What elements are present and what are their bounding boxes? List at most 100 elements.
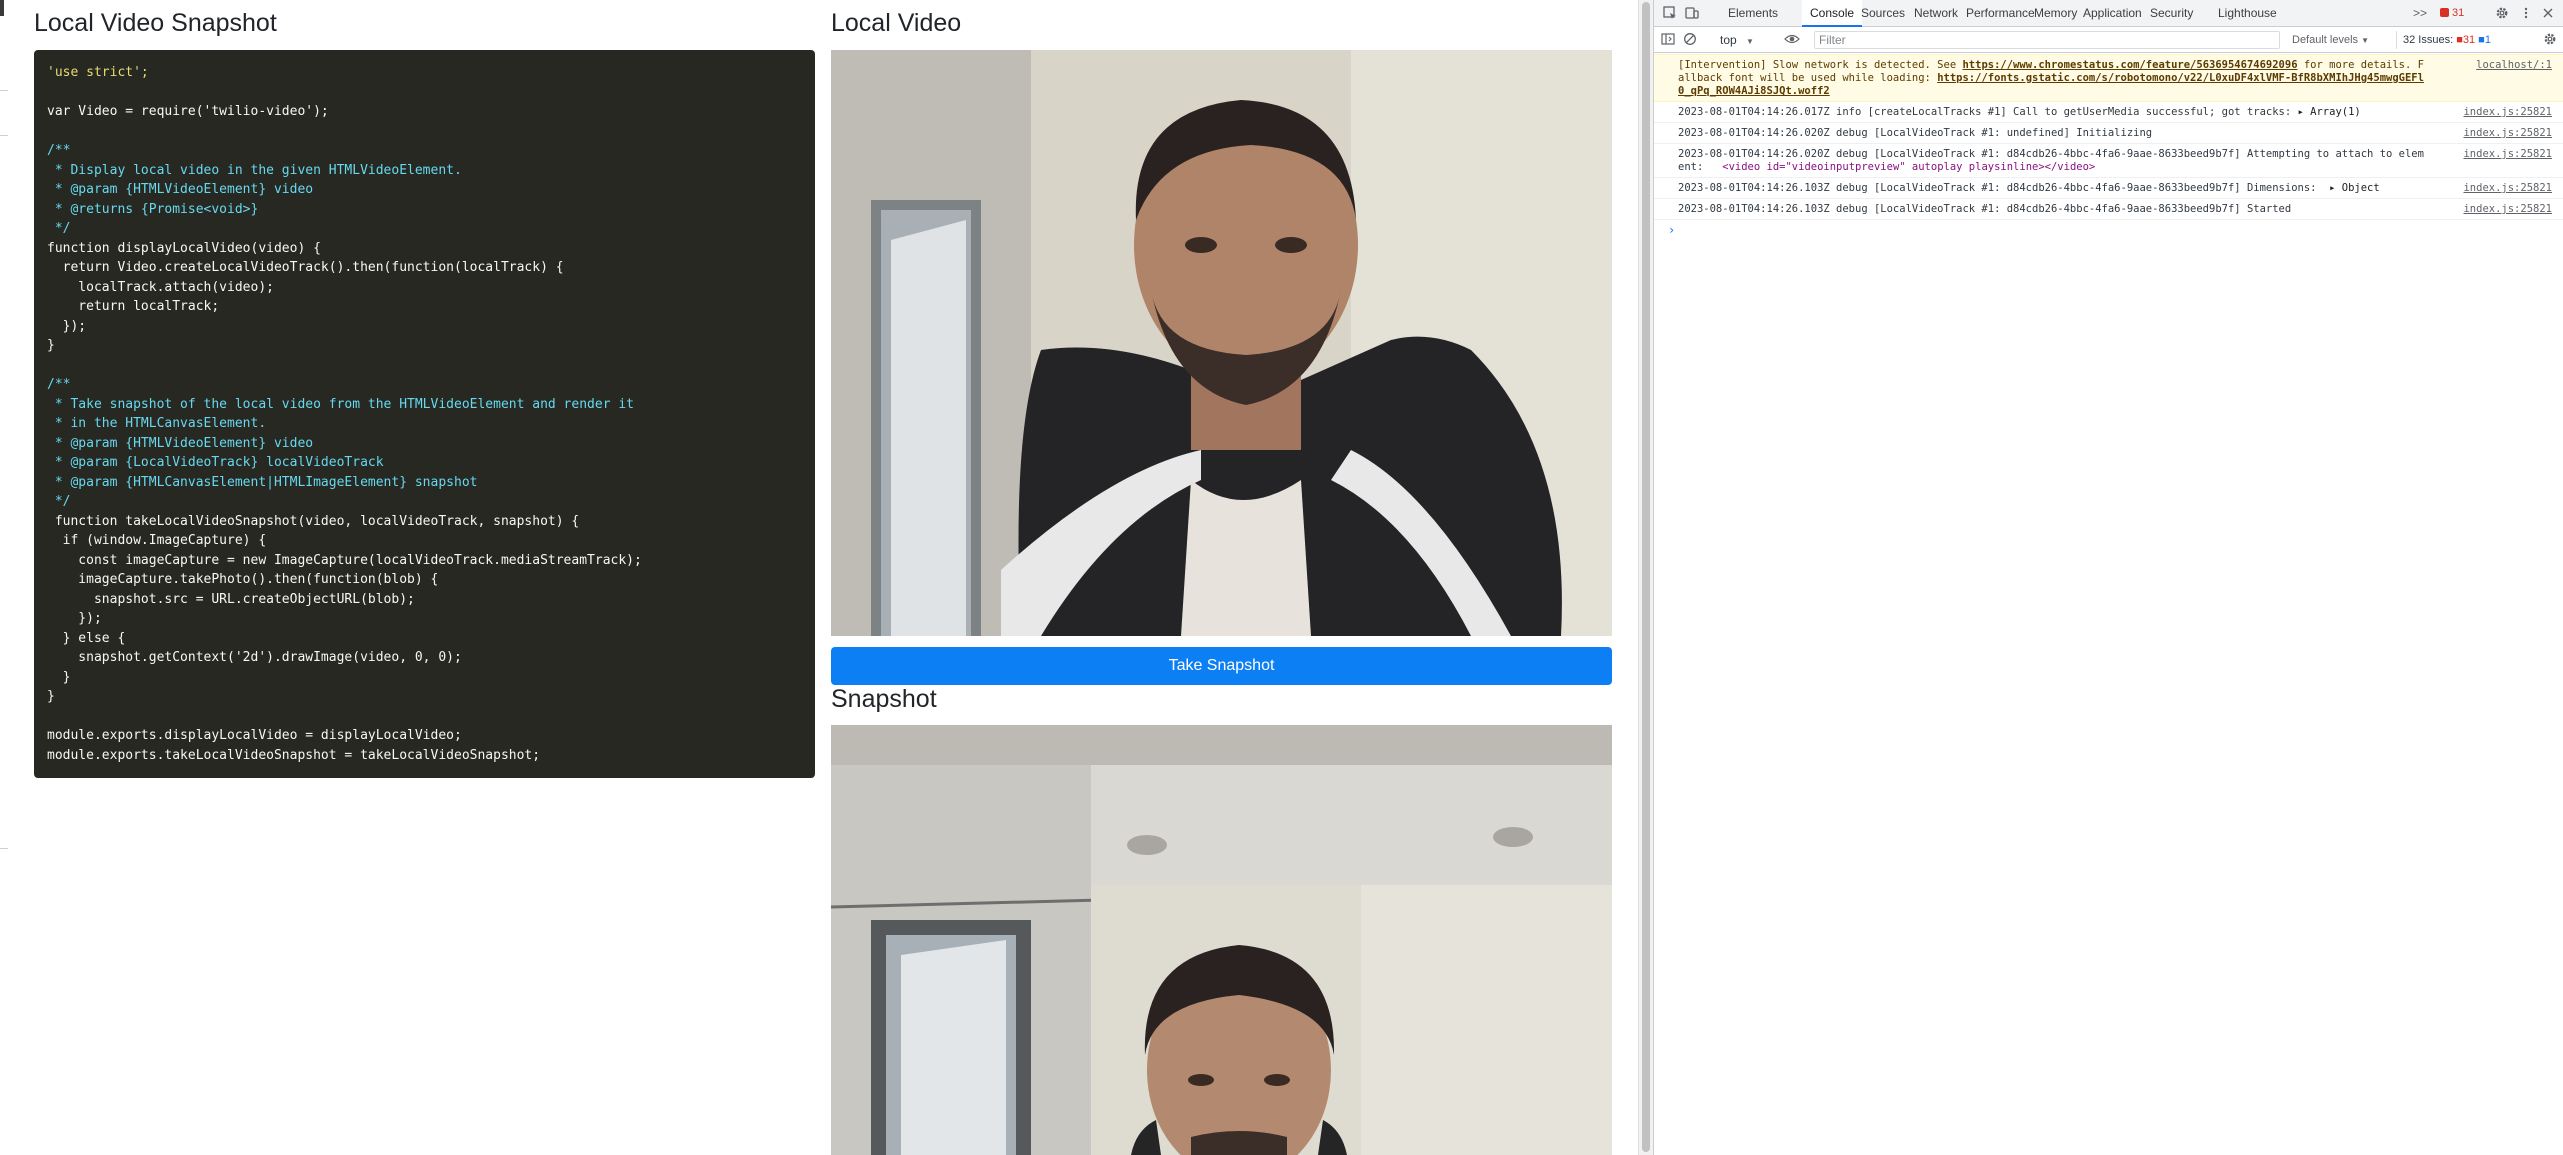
tab-console[interactable]: Console [1802, 0, 1863, 27]
code-line: function displayLocalVideo(video) { [47, 240, 321, 256]
code-line: localTrack.attach(video); [47, 279, 274, 295]
issues-info-icon: ■ [2478, 34, 2485, 46]
console-prompt[interactable]: › [1654, 220, 2563, 237]
code-line: * @returns {Promise<void>} [47, 201, 259, 217]
console-message: 2023-08-01T04:14:26.103Z debug [LocalVid… [1654, 199, 2563, 220]
devtools-tab-bar: Elements Console Sources Network Performance… [1654, 0, 2563, 27]
take-snapshot-button[interactable]: Take Snapshot [831, 647, 1612, 685]
close-icon[interactable] [2540, 6, 2556, 21]
console-message: 2023-08-01T04:14:26.020Z debug [LocalVid… [1654, 123, 2563, 144]
console-warning: [Intervention] Slow network is detected.… [1654, 54, 2563, 102]
message-text: 2023-08-01T04:14:26.103Z debug [LocalVid… [1678, 182, 2330, 194]
console-toolbar: top ▼ Default levels ▼ 32 Issues: ■31 ■1 [1654, 27, 2563, 53]
message-text: 2023-08-01T04:14:26.103Z debug [LocalVid… [1678, 203, 2292, 215]
message-link[interactable]: https://www.chromestatus.com/feature/563… [1962, 59, 2297, 71]
tab-network[interactable]: Network [1912, 0, 1960, 27]
issues-button[interactable]: 32 Issues: ■31 ■1 [2396, 31, 2491, 49]
chevron-down-icon: ▼ [1746, 37, 1754, 46]
clear-console-icon[interactable] [1682, 32, 1698, 47]
page-edge-tick [0, 90, 8, 91]
console-message: 2023-08-01T04:14:26.020Z debug [LocalVid… [1654, 144, 2563, 178]
snapshot-frame-image [831, 725, 1612, 1155]
console-filter-input[interactable] [1814, 31, 2280, 49]
live-expression-icon[interactable] [1784, 32, 1800, 47]
code-line: } else { [47, 630, 126, 646]
issues-info-count: 1 [2484, 34, 2491, 46]
scrollbar-thumb[interactable] [1642, 2, 1650, 1152]
page-edge-tick [0, 135, 8, 136]
code-line: */ [47, 494, 71, 509]
tab-sources[interactable]: Sources [1859, 0, 1907, 27]
browser-window: Local Video Snapshot 'use strict'; var Vi… [0, 0, 2563, 1155]
issues-error-count: 31 [2462, 34, 2476, 46]
message-source-link[interactable]: index.js:25821 [2463, 148, 2552, 161]
message-source-link[interactable]: index.js:25821 [2463, 127, 2552, 140]
console-message: 2023-08-01T04:14:26.017Z info [createLoc… [1654, 102, 2563, 123]
tab-memory[interactable]: Memory [2032, 0, 2079, 27]
code-line: snapshot.getContext('2d').drawImage(vide… [47, 650, 462, 665]
devtools-panel: Elements Console Sources Network Performance… [1653, 0, 2563, 1155]
tab-application[interactable]: Application [2081, 0, 2144, 27]
code-line: if (window.ImageCapture) { [47, 533, 267, 548]
tab-lighthouse[interactable]: Lighthouse [2216, 0, 2279, 27]
code-line: const imageCapture = new ImageCapture(lo… [47, 552, 642, 568]
code-line: * @param {LocalVideoTrack} localVideoTra… [47, 455, 384, 470]
code-line: * @param {HTMLCanvasElement|HTMLImageEle… [47, 474, 478, 490]
page-scrollbar[interactable] [1638, 0, 1653, 1155]
code-line: } [47, 669, 71, 685]
chevron-down-icon: ▼ [2361, 36, 2370, 45]
code-line: * Take snapshot of the local video from … [47, 396, 634, 412]
settings-gear-icon[interactable] [2494, 6, 2510, 21]
code-line: module.exports.takeLocalVideoSnapshot = … [47, 747, 541, 763]
sidebar-toggle-icon[interactable] [1660, 32, 1676, 47]
message-source-link[interactable]: index.js:25821 [2463, 182, 2552, 195]
console-settings-gear-icon[interactable] [2542, 32, 2558, 47]
inspect-element-icon[interactable] [1662, 6, 1678, 21]
device-toolbar-icon[interactable] [1684, 6, 1700, 21]
console-output: [Intervention] Slow network is detected.… [1654, 54, 2563, 1155]
code-line: */ [47, 221, 71, 236]
message-source-link[interactable]: index.js:25821 [2463, 106, 2552, 119]
code-line: }); [47, 318, 87, 334]
message-source-link[interactable]: index.js:25821 [2463, 203, 2552, 216]
message-text: [Intervention] Slow network is detected.… [1678, 59, 1963, 71]
code-line: }); [47, 611, 102, 626]
local-video[interactable] [831, 50, 1612, 636]
page-edge-tick [0, 848, 8, 849]
code-title: Local Video Snapshot [34, 9, 277, 37]
snapshot-image [831, 725, 1612, 1155]
more-options-icon[interactable] [2518, 6, 2534, 21]
console-message: 2023-08-01T04:14:26.103Z debug [LocalVid… [1654, 178, 2563, 199]
expandable-object[interactable]: ▸ Object [2329, 182, 2380, 194]
message-source-link[interactable]: localhost/:1 [2476, 59, 2552, 72]
code-line: /** [47, 143, 71, 158]
log-levels-dropdown[interactable]: Default levels ▼ [2292, 31, 2369, 49]
context-select[interactable]: top ▼ [1720, 31, 1754, 49]
code-block: 'use strict'; var Video = require('twilio… [34, 50, 815, 778]
error-count: 31 [2452, 7, 2465, 19]
levels-label: Default levels [2292, 34, 2359, 46]
more-tabs-button[interactable]: >> [2411, 0, 2429, 27]
code-line: /** [47, 377, 71, 392]
code-line: return Video.createLocalVideoTrack().the… [47, 260, 564, 275]
code-line: var Video = require('twilio-video'); [47, 104, 329, 119]
issues-label: 32 Issues: [2403, 34, 2454, 46]
video-frame-image [831, 50, 1612, 636]
code-line: snapshot.src = URL.createObjectURL(blob)… [47, 591, 415, 607]
code-line: return localTrack; [47, 299, 220, 314]
message-text: 2023-08-01T04:14:26.020Z debug [LocalVid… [1678, 127, 2153, 139]
web-page: Local Video Snapshot 'use strict'; var Vi… [0, 0, 1638, 1155]
expandable-object[interactable]: ▸ Array(1) [2298, 106, 2361, 118]
tab-security[interactable]: Security [2148, 0, 2195, 27]
tab-performance[interactable]: Performance [1964, 0, 2037, 27]
context-value: top [1720, 33, 1737, 47]
message-text: 2023-08-01T04:14:26.017Z info [createLoc… [1678, 106, 2298, 118]
code-line: } [47, 689, 55, 704]
tab-elements[interactable]: Elements [1726, 0, 1780, 27]
error-count-badge[interactable]: 31 [2440, 6, 2464, 21]
code-line: module.exports.displayLocalVideo = displ… [47, 728, 462, 743]
html-element-preview[interactable]: <video id="videoinputpreview" autoplay p… [1722, 161, 2095, 173]
page-edge-marker [0, 0, 4, 16]
code-line: imageCapture.takePhoto().then(function(b… [47, 572, 439, 587]
